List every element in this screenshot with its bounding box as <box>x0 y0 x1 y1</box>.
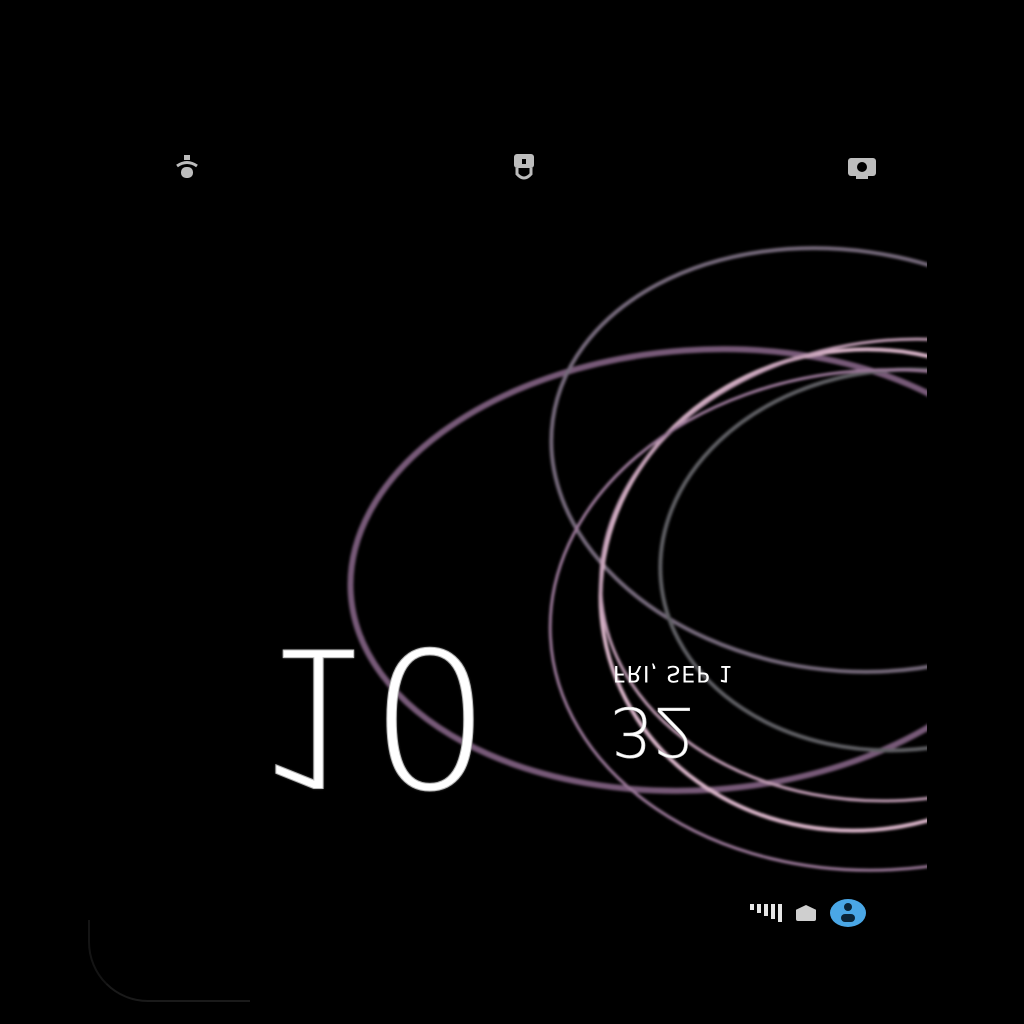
battery-icon <box>796 905 816 921</box>
clock-date: FRI, SEP 1 <box>613 660 734 685</box>
lock-icon[interactable] <box>507 150 541 184</box>
lock-clock: 10 32 FRI, SEP 1 <box>255 605 775 827</box>
device-corner <box>88 920 250 1002</box>
clock-hour: 10 <box>255 605 486 827</box>
screen-edge-mask <box>927 0 1024 1024</box>
lock-screen: 10 32 FRI, SEP 1 <box>0 0 1024 1024</box>
app-badge-icon[interactable] <box>830 899 866 927</box>
flashlight-icon[interactable] <box>170 150 204 184</box>
camera-icon[interactable] <box>845 150 879 184</box>
status-row <box>750 896 910 930</box>
clock-minute: 32 <box>610 691 697 771</box>
signal-bars-icon <box>750 904 782 922</box>
